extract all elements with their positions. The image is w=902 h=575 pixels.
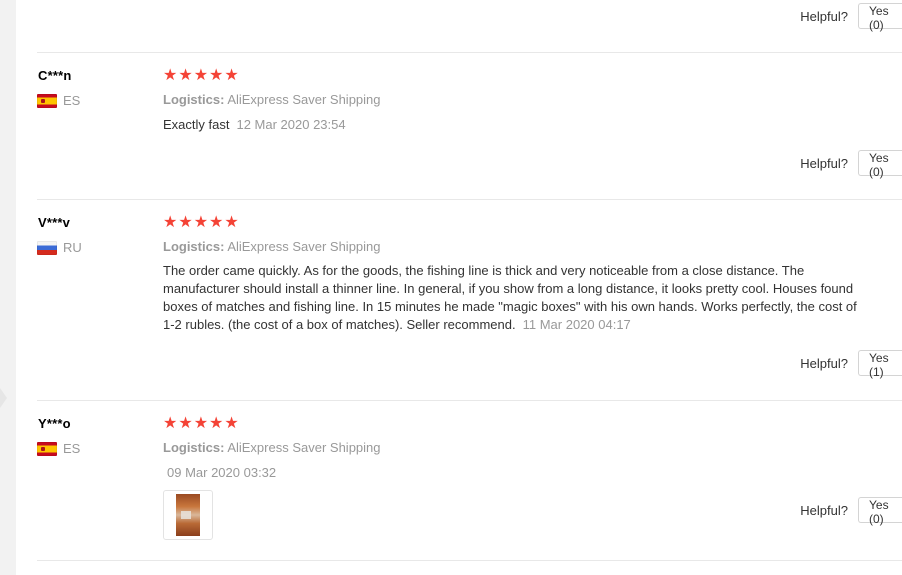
review-body: Exactly fast: [163, 117, 230, 132]
helpful-row: Helpful? Yes (0): [800, 150, 902, 179]
helpful-row: Helpful? Yes (0): [800, 3, 902, 32]
spain-flag-icon: [37, 441, 57, 456]
logistics-value: AliExpress Saver Shipping: [227, 239, 381, 254]
review-text: 09 Mar 2020 03:32: [167, 464, 867, 482]
country-code: ES: [63, 93, 81, 108]
review-item: Helpful? Yes (0): [37, 0, 902, 53]
country-code: ES: [63, 441, 81, 456]
logistics-info: Logistics: AliExpress Saver Shipping: [163, 440, 381, 455]
logistics-label: Logistics:: [163, 239, 225, 254]
helpful-yes-button[interactable]: Yes (0): [858, 150, 902, 179]
helpful-yes-button[interactable]: Yes (0): [858, 497, 902, 526]
reviewer-country: ES: [37, 93, 80, 108]
reviewer-name: Y***o: [38, 416, 71, 431]
logistics-info: Logistics: AliExpress Saver Shipping: [163, 239, 381, 254]
star-rating: ★★★★★: [163, 67, 240, 84]
country-code: RU: [63, 240, 82, 255]
review-date: 12 Mar 2020 23:54: [236, 117, 346, 132]
review-text: The order came quickly. As for the goods…: [163, 262, 863, 334]
logistics-info: Logistics: AliExpress Saver Shipping: [163, 92, 381, 107]
helpful-yes-button[interactable]: Yes (1): [858, 350, 902, 379]
logistics-value: AliExpress Saver Shipping: [227, 92, 381, 107]
left-edge-strip: [0, 0, 16, 575]
logistics-label: Logistics:: [163, 440, 225, 455]
helpful-yes-button[interactable]: Yes (0): [858, 3, 902, 32]
review-date: 09 Mar 2020 03:32: [167, 465, 277, 480]
reviewer-country: RU: [37, 240, 82, 255]
logistics-value: AliExpress Saver Shipping: [227, 440, 381, 455]
review-body: The order came quickly. As for the goods…: [163, 263, 857, 332]
reviewer-country: ES: [37, 441, 80, 456]
russia-flag-icon: [37, 240, 57, 255]
helpful-label: Helpful?: [800, 155, 848, 171]
helpful-label: Helpful?: [800, 8, 848, 24]
reviewer-name: C***n: [38, 68, 72, 83]
logistics-label: Logistics:: [163, 92, 225, 107]
helpful-row: Helpful? Yes (1): [800, 350, 902, 379]
helpful-label: Helpful?: [800, 502, 848, 518]
spain-flag-icon: [37, 93, 57, 108]
left-edge-notch: [0, 388, 7, 408]
review-item: V***v RU ★★★★★ Logistics: AliExpress Sav…: [37, 199, 902, 401]
review-item: Y***o ES ★★★★★ Logistics: AliExpress Sav…: [37, 400, 902, 561]
review-date: 11 Mar 2020 04:17: [522, 317, 631, 332]
review-photo-image: [176, 494, 200, 536]
helpful-label: Helpful?: [800, 355, 848, 371]
star-rating: ★★★★★: [163, 214, 240, 231]
review-text: Exactly fast 12 Mar 2020 23:54: [163, 116, 863, 134]
helpful-row: Helpful? Yes (0): [800, 497, 902, 526]
star-rating: ★★★★★: [163, 415, 240, 432]
review-item: C***n ES ★★★★★ Logistics: AliExpress Sav…: [37, 52, 902, 200]
reviewer-name: V***v: [38, 215, 71, 230]
review-photo-thumbnail[interactable]: [163, 490, 213, 540]
